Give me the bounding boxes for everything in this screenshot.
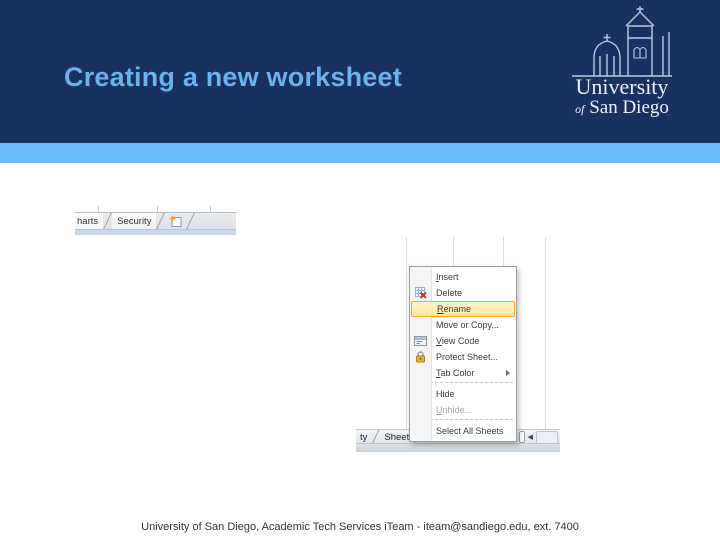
menu-item-unhide[interactable]: Unhide... [410,402,516,418]
page-title: Creating a new worksheet [64,62,402,92]
submenu-arrow-icon [506,370,510,376]
sheet-context-menu: Insert Delete Rename Move or Copy... Vie… [409,266,517,442]
menu-item-protect-sheet[interactable]: Protect Sheet... [410,349,516,365]
tab-divider [371,430,381,444]
accent-stripe [0,143,720,163]
slide-header: Creating a new worksheet University of S… [0,0,720,143]
scrollbar-track[interactable] [536,430,558,444]
sheet-tab-security[interactable]: Security [112,213,157,229]
gridline [545,237,546,429]
tab-divider [156,213,166,229]
menu-item-hide[interactable]: Hide [410,386,516,402]
sheet-tab-partial-left[interactable]: ty [356,432,371,443]
tab-scroll-controls: ◀ [518,430,558,444]
usd-logo: University of San Diego [556,6,688,138]
gridline [406,237,407,429]
menu-item-move-or-copy[interactable]: Move or Copy... [410,317,516,333]
view-code-icon [413,334,428,348]
menu-separator [415,419,513,422]
sheet-tab-partial[interactable]: harts [75,213,104,229]
logo-text-university: University [575,74,669,99]
protect-sheet-icon [413,350,428,364]
tab-divider [103,213,113,229]
sheet-tabs-screenshot: harts Security [75,206,236,235]
menu-separator [415,382,513,385]
logo-text-of: of [575,102,585,116]
menu-item-delete[interactable]: Delete [410,285,516,301]
slide: Creating a new worksheet University of S… [0,0,720,540]
tab-splitter-handle[interactable] [518,431,525,443]
menu-item-insert[interactable]: Insert [410,269,516,285]
menu-item-tab-color[interactable]: Tab Color [410,365,516,381]
delete-sheet-icon [413,286,428,300]
status-bar-strip-bottom [356,443,560,452]
mission-tower-icon [572,6,672,77]
logo-text-san-diego: of San Diego [575,97,669,118]
menu-item-rename[interactable]: Rename [411,301,515,317]
insert-worksheet-button[interactable] [165,213,186,229]
tab-divider [186,213,196,229]
slide-footer: University of San Diego, Academic Tech S… [141,521,579,533]
scroll-left-arrow-icon[interactable]: ◀ [528,434,533,441]
menu-item-select-all-sheets[interactable]: Select All Sheets [410,423,516,439]
status-bar-strip [75,229,236,235]
sheet-tab-bar: harts Security [75,212,236,229]
menu-item-view-code[interactable]: View Code [410,333,516,349]
insert-worksheet-icon [169,215,182,227]
